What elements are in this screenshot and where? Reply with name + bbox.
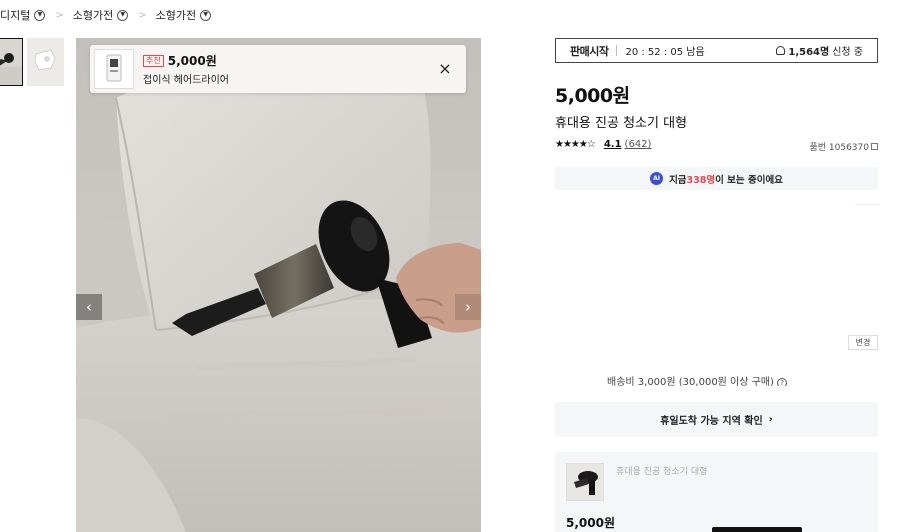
- breadcrumb-label[interactable]: 디지털: [0, 7, 30, 23]
- recommendation-thumbnail: [94, 49, 134, 89]
- product-sku[interactable]: 품번 1056370: [809, 140, 878, 153]
- main-product-image[interactable]: [76, 38, 481, 532]
- ai-icon: AI: [650, 172, 664, 185]
- breadcrumb-separator: >: [138, 9, 147, 21]
- chevron-right-icon[interactable]: ›: [769, 414, 773, 425]
- breadcrumb-separator: >: [55, 9, 64, 21]
- copy-icon[interactable]: [871, 143, 878, 150]
- breadcrumb-item-small-appliance[interactable]: 소형가전 ▼: [73, 7, 129, 23]
- vacuum-white-thumbnail-image: [27, 38, 64, 86]
- shipping-fee-text: 배송비 3,000원 (30,000원 이상 구매): [607, 377, 774, 386]
- vacuum-on-sofa-photo: [76, 38, 481, 532]
- info-icon[interactable]: ?: [777, 378, 788, 386]
- viewers-prefix: 지금: [669, 174, 687, 186]
- rating-score[interactable]: 4.1: [604, 139, 622, 150]
- sale-label: 판매시작: [570, 44, 609, 58]
- close-icon[interactable]: ×: [436, 59, 454, 78]
- recommendation-price-row: 추천 5,000원: [143, 52, 229, 69]
- shipping-fee-info: 배송비 3,000원 (30,000원 이상 구매) ?: [607, 375, 788, 386]
- hair-dryer-image: [106, 54, 122, 82]
- applicant-suffix: 신청 중: [832, 47, 863, 58]
- recommendation-text: 추천 5,000원 접이식 헤어드라이어: [143, 52, 229, 86]
- selected-option-card: 휴대용 진공 청소기 대형 5,000원: [555, 452, 878, 532]
- chevron-down-icon[interactable]: ▼: [117, 9, 129, 21]
- gallery-thumbnail-2[interactable]: [27, 38, 64, 86]
- applicant-count: 1,564명 신청 중: [776, 43, 863, 58]
- option-price: 5,000원: [566, 516, 615, 530]
- divider: [855, 204, 878, 205]
- gallery-thumbnail-1[interactable]: [0, 38, 23, 86]
- countdown-timer: 20 : 52 : 05 남음: [625, 47, 705, 58]
- bell-icon: [776, 46, 786, 55]
- recommendation-name: 접이식 헤어드라이어: [143, 75, 229, 86]
- breadcrumb: 디지털 ▼ > 소형가전 ▼ > 소형가전 ▼: [0, 6, 212, 24]
- arrival-label[interactable]: 휴일도착 가능 지역 확인: [660, 412, 762, 427]
- vacuum-option-image: [567, 464, 603, 500]
- sale-countdown-bar: 판매시작 20 : 52 : 05 남음 1,564명 신청 중: [555, 38, 878, 63]
- gallery-prev-button[interactable]: ‹: [76, 294, 102, 320]
- divider: [616, 45, 618, 56]
- live-viewers-banner: AI 지금 338명 이 보는 중이에요: [555, 167, 878, 190]
- gallery-next-button[interactable]: ›: [455, 294, 481, 320]
- viewers-suffix: 이 보는 중이에요: [715, 174, 783, 186]
- product-title: 휴대용 진공 청소기 대형: [555, 116, 687, 131]
- applicant-number: 1,564명: [788, 47, 830, 58]
- vacuum-thumbnail-image: [0, 39, 22, 85]
- sku-text: 품번 1056370: [809, 143, 869, 153]
- breadcrumb-label[interactable]: 소형가전: [156, 7, 196, 23]
- buy-button[interactable]: [712, 527, 802, 532]
- chevron-down-icon[interactable]: ▼: [34, 9, 46, 21]
- viewers-count: 338명: [686, 174, 716, 186]
- product-price: 5,000원: [555, 85, 630, 107]
- change-address-button[interactable]: 변경: [848, 335, 878, 350]
- product-rating[interactable]: ★★★★☆ 4.1 (642): [555, 139, 651, 150]
- option-thumbnail: [566, 463, 604, 501]
- review-count[interactable]: (642): [625, 139, 652, 150]
- breadcrumb-label[interactable]: 소형가전: [73, 7, 113, 23]
- star-rating-icon: ★★★★☆: [555, 139, 596, 150]
- option-name: 휴대용 진공 청소기 대형: [616, 467, 708, 477]
- recommendation-price: 5,000원: [167, 54, 217, 68]
- chevron-down-icon[interactable]: ▼: [200, 9, 212, 21]
- breadcrumb-item-digital[interactable]: 디지털 ▼: [0, 7, 46, 23]
- holiday-arrival-check-button[interactable]: 휴일도착 가능 지역 확인 ›: [555, 402, 878, 437]
- recommendation-popup[interactable]: 추천 5,000원 접이식 헤어드라이어 ×: [90, 45, 466, 93]
- recommendation-badge: 추천: [143, 54, 164, 67]
- breadcrumb-item-small-appliance-sub[interactable]: 소형가전 ▼: [156, 7, 212, 23]
